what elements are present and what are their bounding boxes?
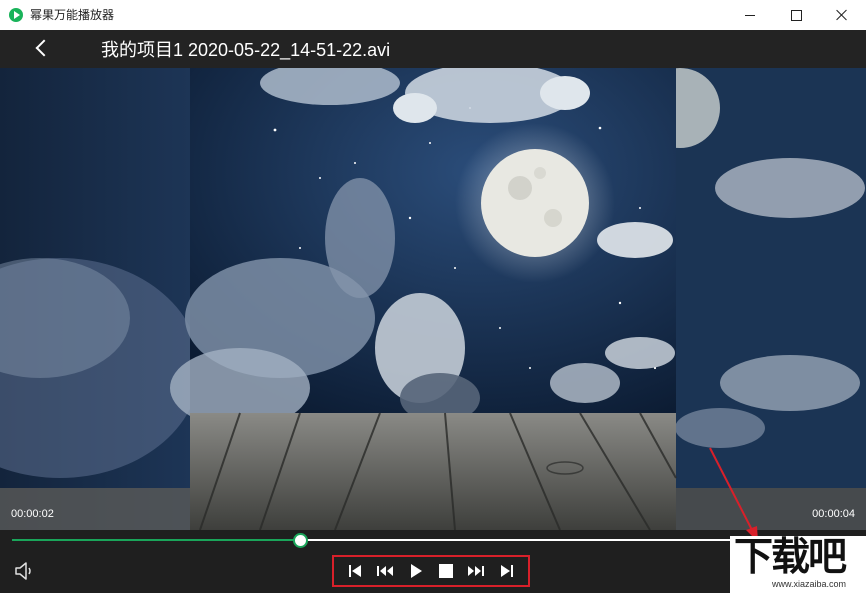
watermark-url: www.xiazaiba.com (772, 579, 847, 589)
app-logo-icon (9, 8, 23, 22)
app-title: 幂果万能播放器 (30, 8, 115, 22)
close-icon (836, 9, 848, 21)
volume-icon (15, 562, 31, 580)
skip-to-start-button[interactable] (345, 561, 365, 581)
close-button[interactable] (819, 0, 865, 30)
skip-to-end-button[interactable] (497, 561, 517, 581)
rewind-button[interactable] (375, 561, 395, 581)
progress-fill (12, 539, 300, 541)
minimize-icon (745, 14, 755, 16)
player-header: 我的项目1 2020-05-22_14-51-22.avi (0, 30, 866, 68)
maximize-icon (790, 9, 802, 21)
back-button[interactable] (28, 36, 54, 62)
title-bar: 幂果万能播放器 (0, 0, 866, 30)
playback-controls (332, 555, 530, 587)
total-time: 00:00:04 (812, 508, 855, 520)
play-button[interactable] (406, 561, 426, 581)
minimize-button[interactable] (727, 0, 773, 30)
fast-forward-button[interactable] (466, 561, 486, 581)
play-icon (410, 564, 422, 578)
progress-thumb[interactable] (292, 533, 308, 548)
watermark: 下载吧 www.xiazaiba.com (730, 536, 866, 593)
annotation-arrow (709, 447, 758, 542)
skip-to-end-icon (500, 565, 513, 577)
volume-button[interactable] (14, 561, 36, 581)
skip-to-start-icon (349, 565, 362, 577)
maximize-button[interactable] (773, 0, 819, 30)
watermark-text: 下载吧 (734, 535, 847, 580)
file-title: 我的项目1 2020-05-22_14-51-22.avi (101, 40, 391, 60)
rewind-icon (377, 566, 394, 576)
current-time: 00:00:02 (11, 508, 54, 520)
stop-icon (439, 564, 454, 578)
stop-button[interactable] (436, 561, 456, 581)
fast-forward-icon (468, 566, 485, 576)
